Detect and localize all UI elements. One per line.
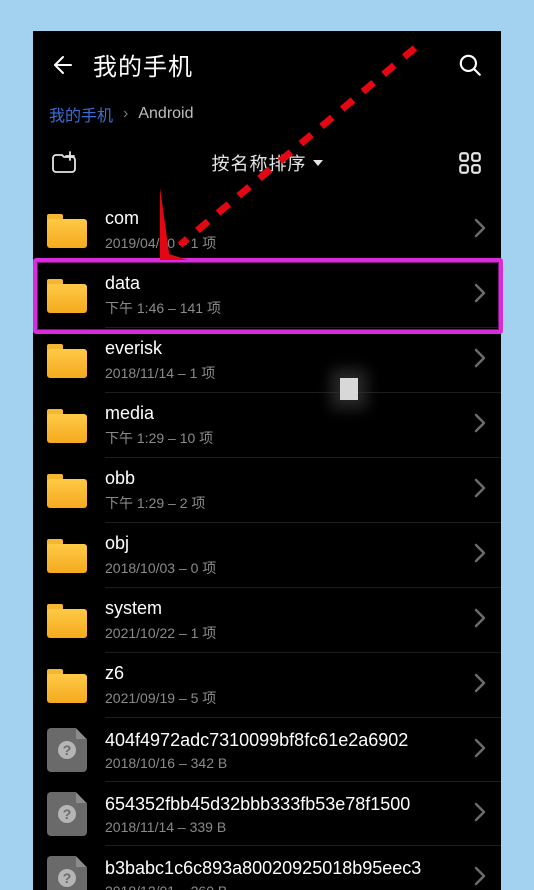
folder-icon [47,604,87,638]
list-item[interactable]: com 2019/04/10 – 1 项 [33,198,501,263]
folder-icon [47,474,87,508]
chevron-right-icon [473,477,487,504]
chevron-right-icon [473,347,487,374]
list-item-text: com 2019/04/10 – 1 项 [105,208,455,253]
list-item-name: 654352fbb45d32bbb333fb53e78f1500 [105,794,455,815]
folder-icon [47,344,87,378]
list-item-meta: 下午 1:46 – 141 项 [105,298,455,318]
breadcrumb-root[interactable]: 我的手机 [49,102,113,126]
file-icon: ? [47,792,87,836]
folder-icon [47,539,87,573]
list-item-text: media 下午 1:29 – 10 项 [105,403,455,448]
list-item-text: obb 下午 1:29 – 2 项 [105,468,455,513]
list-item-text: 404f4972adc7310099bf8fc61e2a6902 2018/10/… [105,730,455,771]
list-item-text: system 2021/10/22 – 1 项 [105,598,455,643]
grid-view-button[interactable] [453,146,487,180]
file-list: com 2019/04/10 – 1 项 data 下午 1:46 – 141 项 ev… [33,198,501,890]
chevron-right-icon [473,412,487,439]
search-button[interactable] [453,48,487,82]
sort-label: 按名称排序 [212,150,307,176]
list-item-text: obj 2018/10/03 – 0 项 [105,533,455,578]
app-header: 我的手机 [33,31,501,94]
list-item-name: obj [105,533,455,554]
chevron-right-icon [473,672,487,699]
list-item-meta: 2018/11/14 – 1 项 [105,363,455,383]
chevron-right-icon [473,801,487,828]
list-item-name: media [105,403,455,424]
list-item-meta: 2018/11/14 – 339 B [105,819,455,835]
chevron-right-icon [473,737,487,764]
list-item-name: com [105,208,455,229]
list-item-meta: 2018/10/16 – 342 B [105,755,455,771]
list-item[interactable]: ? b3babc1c6c893a80020925018b95eec3 2018/12… [33,846,501,890]
page-title: 我的手机 [93,47,435,82]
list-item[interactable]: obj 2018/10/03 – 0 项 [33,523,501,588]
list-item-name: system [105,598,455,619]
list-item[interactable]: system 2021/10/22 – 1 项 [33,588,501,653]
list-item-meta: 下午 1:29 – 2 项 [105,493,455,513]
file-icon: ? [47,856,87,890]
toolbar: 按名称排序 [33,136,501,198]
list-item[interactable]: media 下午 1:29 – 10 项 [33,393,501,458]
chevron-down-icon [313,160,323,166]
new-folder-button[interactable] [47,146,81,180]
list-item-name: 404f4972adc7310099bf8fc61e2a6902 [105,730,455,751]
chevron-right-icon: › [123,105,128,123]
folder-icon [47,409,87,443]
list-item-text: z6 2021/09/19 – 5 项 [105,663,455,708]
list-item[interactable]: everisk 2018/11/14 – 1 项 [33,328,501,393]
list-item[interactable]: z6 2021/09/19 – 5 项 [33,653,501,718]
breadcrumb: 我的手机 › Android [33,94,501,136]
list-item[interactable]: data 下午 1:46 – 141 项 [33,263,501,328]
sort-button[interactable]: 按名称排序 [81,150,453,176]
chevron-right-icon [473,865,487,890]
list-item[interactable]: ? 404f4972adc7310099bf8fc61e2a6902 2018/10… [33,718,501,782]
list-item[interactable]: ? 654352fbb45d32bbb333fb53e78f1500 2018/11… [33,782,501,846]
list-item-text: b3babc1c6c893a80020925018b95eec3 2018/12/… [105,858,455,890]
chevron-right-icon [473,607,487,634]
list-item-text: 654352fbb45d32bbb333fb53e78f1500 2018/11/… [105,794,455,835]
folder-icon [47,279,87,313]
list-item-meta: 2021/10/22 – 1 项 [105,623,455,643]
list-item-meta: 2021/09/19 – 5 项 [105,688,455,708]
list-item-name: z6 [105,663,455,684]
list-item-name: obb [105,468,455,489]
file-manager-screen: 我的手机 我的手机 › Android 按名称排序 [33,31,501,890]
list-item-meta: 2018/10/03 – 0 项 [105,558,455,578]
redaction-overlay [340,378,358,400]
list-item-meta: 2018/12/01 – 260 B [105,883,455,890]
list-item-text: data 下午 1:46 – 141 项 [105,273,455,318]
back-button[interactable] [47,51,75,79]
list-item-name: data [105,273,455,294]
list-item-name: everisk [105,338,455,359]
list-item[interactable]: obb 下午 1:29 – 2 项 [33,458,501,523]
list-item-name: b3babc1c6c893a80020925018b95eec3 [105,858,455,879]
folder-icon [47,214,87,248]
folder-icon [47,669,87,703]
breadcrumb-current: Android [138,105,193,123]
file-icon: ? [47,728,87,772]
chevron-right-icon [473,542,487,569]
list-item-meta: 2019/04/10 – 1 项 [105,233,455,253]
chevron-right-icon [473,282,487,309]
list-item-text: everisk 2018/11/14 – 1 项 [105,338,455,383]
chevron-right-icon [473,217,487,244]
list-item-meta: 下午 1:29 – 10 项 [105,428,455,448]
